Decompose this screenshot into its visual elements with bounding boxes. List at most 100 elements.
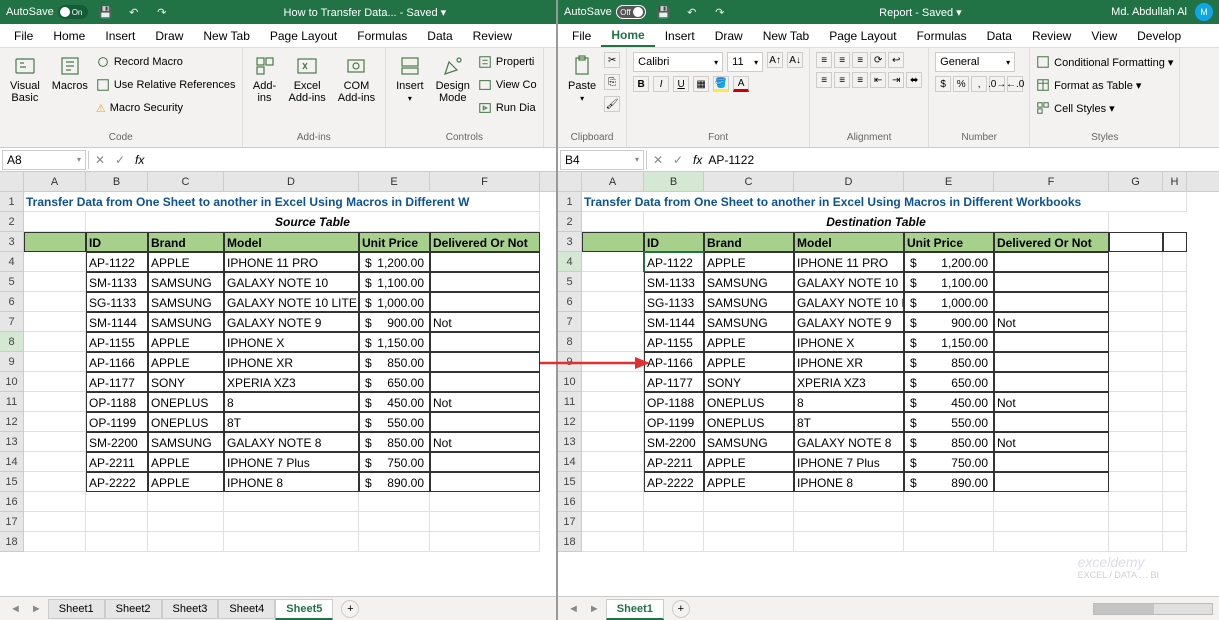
data-cell[interactable]: $900.00: [904, 312, 994, 332]
format-as-table-button[interactable]: Format as Table ▾: [1036, 75, 1173, 95]
empty-cell[interactable]: [224, 532, 359, 552]
empty-cell[interactable]: [704, 492, 794, 512]
col-header-A[interactable]: A: [24, 172, 86, 191]
ribbon-tab-draw[interactable]: Draw: [705, 26, 753, 46]
data-cell[interactable]: $1,200.00: [904, 252, 994, 272]
data-cell[interactable]: ONEPLUS: [148, 392, 224, 412]
sheet-tab-sheet1[interactable]: Sheet1: [606, 599, 664, 620]
empty-cell[interactable]: [148, 492, 224, 512]
empty-cell[interactable]: [904, 512, 994, 532]
data-cell[interactable]: GALAXY NOTE 8: [224, 432, 359, 452]
data-cell[interactable]: AP-2211: [644, 452, 704, 472]
align-bottom-icon[interactable]: ≡: [852, 52, 868, 68]
border-icon[interactable]: ▦: [693, 76, 709, 92]
data-cell[interactable]: IPHONE 8: [794, 472, 904, 492]
empty-cell[interactable]: [430, 532, 540, 552]
font-family-dropdown[interactable]: Calibri▾: [633, 52, 723, 72]
row-header-15[interactable]: 15: [558, 472, 582, 492]
data-cell[interactable]: $750.00: [904, 452, 994, 472]
col-header-A[interactable]: A: [582, 172, 644, 191]
row-header-5[interactable]: 5: [0, 272, 24, 292]
align-top-icon[interactable]: ≡: [816, 52, 832, 68]
user-avatar[interactable]: M: [1195, 3, 1213, 21]
ribbon-tab-home[interactable]: Home: [43, 26, 95, 46]
autosave-toggle-right[interactable]: AutoSave Off: [564, 5, 646, 19]
data-cell[interactable]: [430, 372, 540, 392]
data-cell[interactable]: AP-1122: [644, 252, 704, 272]
col-header-B[interactable]: B: [86, 172, 148, 191]
data-cell[interactable]: GALAXY NOTE 10: [794, 272, 904, 292]
data-cell[interactable]: APPLE: [704, 352, 794, 372]
empty-cell[interactable]: [24, 492, 86, 512]
data-cell[interactable]: AP-1155: [644, 332, 704, 352]
col-header-B[interactable]: B: [644, 172, 704, 191]
data-cell[interactable]: XPERIA XZ3: [224, 372, 359, 392]
align-center-icon[interactable]: ≡: [834, 72, 850, 88]
sheet-nav-prev-icon[interactable]: ◄: [6, 603, 25, 615]
empty-cell[interactable]: [148, 532, 224, 552]
row-header-10[interactable]: 10: [558, 372, 582, 392]
data-cell[interactable]: GALAXY NOTE 10: [224, 272, 359, 292]
undo-icon[interactable]: ↶: [124, 2, 144, 22]
empty-cell[interactable]: [644, 492, 704, 512]
data-cell[interactable]: SAMSUNG: [704, 272, 794, 292]
cancel-formula-icon[interactable]: ✕: [653, 153, 667, 167]
data-cell[interactable]: [994, 352, 1109, 372]
row-header-13[interactable]: 13: [558, 432, 582, 452]
relative-ref-button[interactable]: Use Relative References: [96, 75, 236, 95]
empty-cell[interactable]: [644, 532, 704, 552]
right-grid[interactable]: ABCDEFGH 1Transfer Data from One Sheet t…: [558, 172, 1219, 596]
data-cell[interactable]: Not: [430, 432, 540, 452]
number-format-dropdown[interactable]: General▾: [935, 52, 1015, 72]
record-macro-button[interactable]: Record Macro: [96, 52, 236, 72]
fx-icon[interactable]: fx: [693, 153, 702, 167]
header-cell[interactable]: Delivered Or Not: [994, 232, 1109, 252]
data-cell[interactable]: SM-1144: [644, 312, 704, 332]
data-cell[interactable]: $650.00: [904, 372, 994, 392]
data-cell[interactable]: APPLE: [704, 472, 794, 492]
bold-icon[interactable]: B: [633, 76, 649, 92]
align-middle-icon[interactable]: ≡: [834, 52, 850, 68]
data-cell[interactable]: OP-1199: [86, 412, 148, 432]
data-cell[interactable]: 8: [794, 392, 904, 412]
row-header-1[interactable]: 1: [0, 192, 24, 212]
paste-button[interactable]: Paste▾: [564, 52, 600, 105]
autosave-toggle[interactable]: AutoSave On: [6, 5, 88, 19]
save-icon[interactable]: 💾: [96, 2, 116, 22]
ribbon-tab-data[interactable]: Data: [977, 26, 1022, 46]
data-cell[interactable]: $1,100.00: [359, 272, 430, 292]
data-cell[interactable]: [994, 252, 1109, 272]
empty-cell[interactable]: [359, 492, 430, 512]
cut-icon[interactable]: ✂: [604, 52, 620, 68]
row-header-5[interactable]: 5: [558, 272, 582, 292]
data-cell[interactable]: [430, 332, 540, 352]
empty-cell[interactable]: [86, 492, 148, 512]
fill-color-icon[interactable]: 🪣: [713, 76, 729, 92]
enter-formula-icon[interactable]: ✓: [115, 153, 129, 167]
data-cell[interactable]: AP-1177: [86, 372, 148, 392]
data-cell[interactable]: $1,150.00: [359, 332, 430, 352]
data-cell[interactable]: [994, 452, 1109, 472]
data-cell[interactable]: GALAXY NOTE 10 LITE: [224, 292, 359, 312]
data-cell[interactable]: OP-1188: [86, 392, 148, 412]
excel-addins-button[interactable]: Excel Add-ins: [285, 52, 330, 106]
data-cell[interactable]: [994, 272, 1109, 292]
empty-cell[interactable]: [904, 532, 994, 552]
insert-control-button[interactable]: Insert▾: [392, 52, 428, 105]
data-cell[interactable]: APPLE: [148, 352, 224, 372]
undo-icon[interactable]: ↶: [682, 2, 702, 22]
sheet-tab-sheet3[interactable]: Sheet3: [162, 599, 219, 619]
empty-cell[interactable]: [1109, 532, 1163, 552]
ribbon-tab-page-layout[interactable]: Page Layout: [260, 26, 347, 46]
empty-cell[interactable]: [1109, 492, 1163, 512]
empty-cell[interactable]: [1109, 512, 1163, 532]
conditional-formatting-button[interactable]: Conditional Formatting ▾: [1036, 52, 1173, 72]
data-cell[interactable]: $850.00: [904, 352, 994, 372]
redo-icon[interactable]: ↷: [710, 2, 730, 22]
data-cell[interactable]: IPHONE 7 Plus: [224, 452, 359, 472]
row-header-4[interactable]: 4: [0, 252, 24, 272]
empty-cell[interactable]: [1163, 532, 1187, 552]
orientation-icon[interactable]: ⟳: [870, 52, 886, 68]
data-cell[interactable]: [994, 332, 1109, 352]
row-header-2[interactable]: 2: [558, 212, 582, 232]
